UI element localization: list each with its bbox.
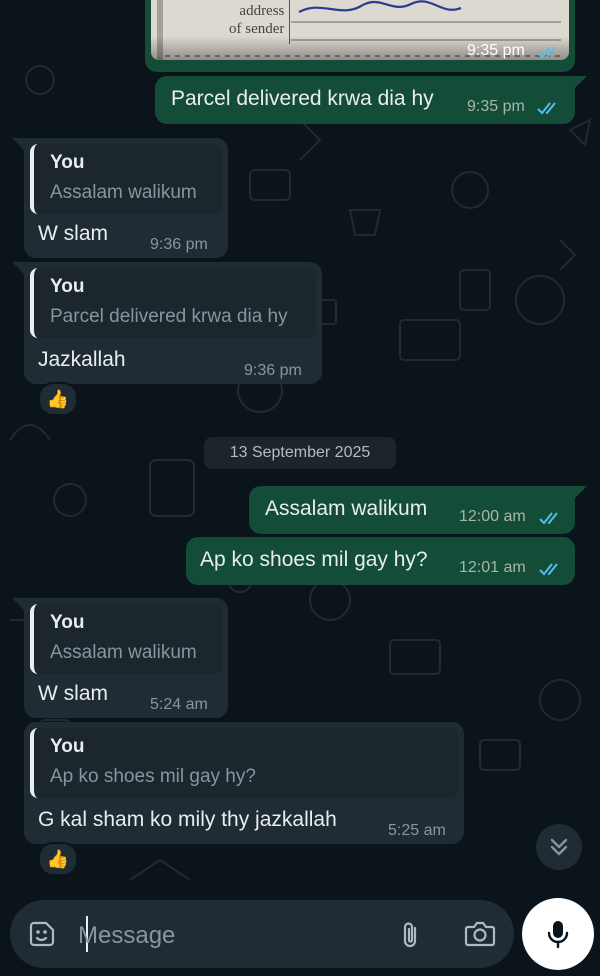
outgoing-message[interactable]: Assalam walikum 12:00 am [249,486,575,534]
quoted-reply[interactable]: You Assalam walikum [30,604,222,674]
sticker-icon[interactable] [28,920,56,948]
quoted-reply[interactable]: You Assalam walikum [30,144,222,214]
message-time: 9:36 pm [150,236,208,253]
message-time: 5:25 am [388,822,446,839]
quote-text: Ap ko shoes mil gay hy? [50,766,256,787]
quoted-reply[interactable]: You Ap ko shoes mil gay hy? [30,728,458,798]
thumbs-up-icon: 👍 [46,848,70,869]
incoming-message[interactable]: You Assalam walikum W slam 5:24 am [24,598,228,718]
double-check-icon [537,102,556,115]
bubble-tail [12,138,24,150]
bubble-tail [575,76,587,88]
message-time: 5:24 am [150,696,208,713]
double-check-icon [539,563,558,576]
incoming-message[interactable]: You Parcel delivered krwa dia hy Jazkall… [24,262,322,384]
quote-text: Assalam walikum [50,182,197,203]
message-text: Assalam walikum [265,497,428,520]
quote-author: You [50,152,85,173]
quote-author: You [50,736,85,757]
message-text: W slam [38,682,108,705]
message-time: 9:36 pm [244,362,302,379]
reaction-badge[interactable]: 👍 [38,382,78,416]
message-text: Ap ko shoes mil gay hy? [200,548,428,571]
message-text: G kal sham ko mily thy jazkallah [38,808,337,831]
message-text: Parcel delivered krwa dia hy [171,87,434,110]
message-composer[interactable]: Message [10,900,514,968]
scroll-to-bottom-button[interactable] [536,824,582,870]
quoted-reply[interactable]: You Parcel delivered krwa dia hy [30,268,316,338]
camera-icon[interactable] [464,920,496,948]
image-message[interactable]: address of sender 9:35 pm [145,0,575,72]
message-text: W slam [38,222,108,245]
double-check-icon [539,512,558,525]
message-time: 9:35 pm [467,42,525,59]
bubble-tail [12,598,24,610]
bubble-tail [12,262,24,274]
message-text: Jazkallah [38,348,126,371]
mic-icon [547,921,569,949]
outgoing-message[interactable]: Parcel delivered krwa dia hy 9:35 pm [155,76,575,124]
thumbs-up-icon: 👍 [46,388,70,409]
message-time: 12:00 am [459,508,526,525]
reaction-badge[interactable]: 👍 [38,842,78,876]
quote-text: Parcel delivered krwa dia hy [50,306,288,327]
message-time: 12:01 am [459,559,526,576]
quote-text: Assalam walikum [50,642,197,663]
message-input[interactable]: Message [78,922,175,950]
quote-author: You [50,276,85,297]
double-check-icon [537,46,556,59]
bubble-tail [575,486,587,498]
date-divider: 13 September 2025 [204,437,396,469]
incoming-message[interactable]: You Assalam walikum W slam 9:36 pm [24,138,228,258]
incoming-message[interactable]: You Ap ko shoes mil gay hy? G kal sham k… [24,722,464,844]
message-time: 9:35 pm [467,98,525,115]
double-chevron-down-icon [550,838,568,856]
paperclip-icon[interactable] [398,920,424,950]
quote-author: You [50,612,85,633]
voice-record-button[interactable] [522,898,594,970]
outgoing-message[interactable]: Ap ko shoes mil gay hy? 12:01 am [186,537,575,585]
